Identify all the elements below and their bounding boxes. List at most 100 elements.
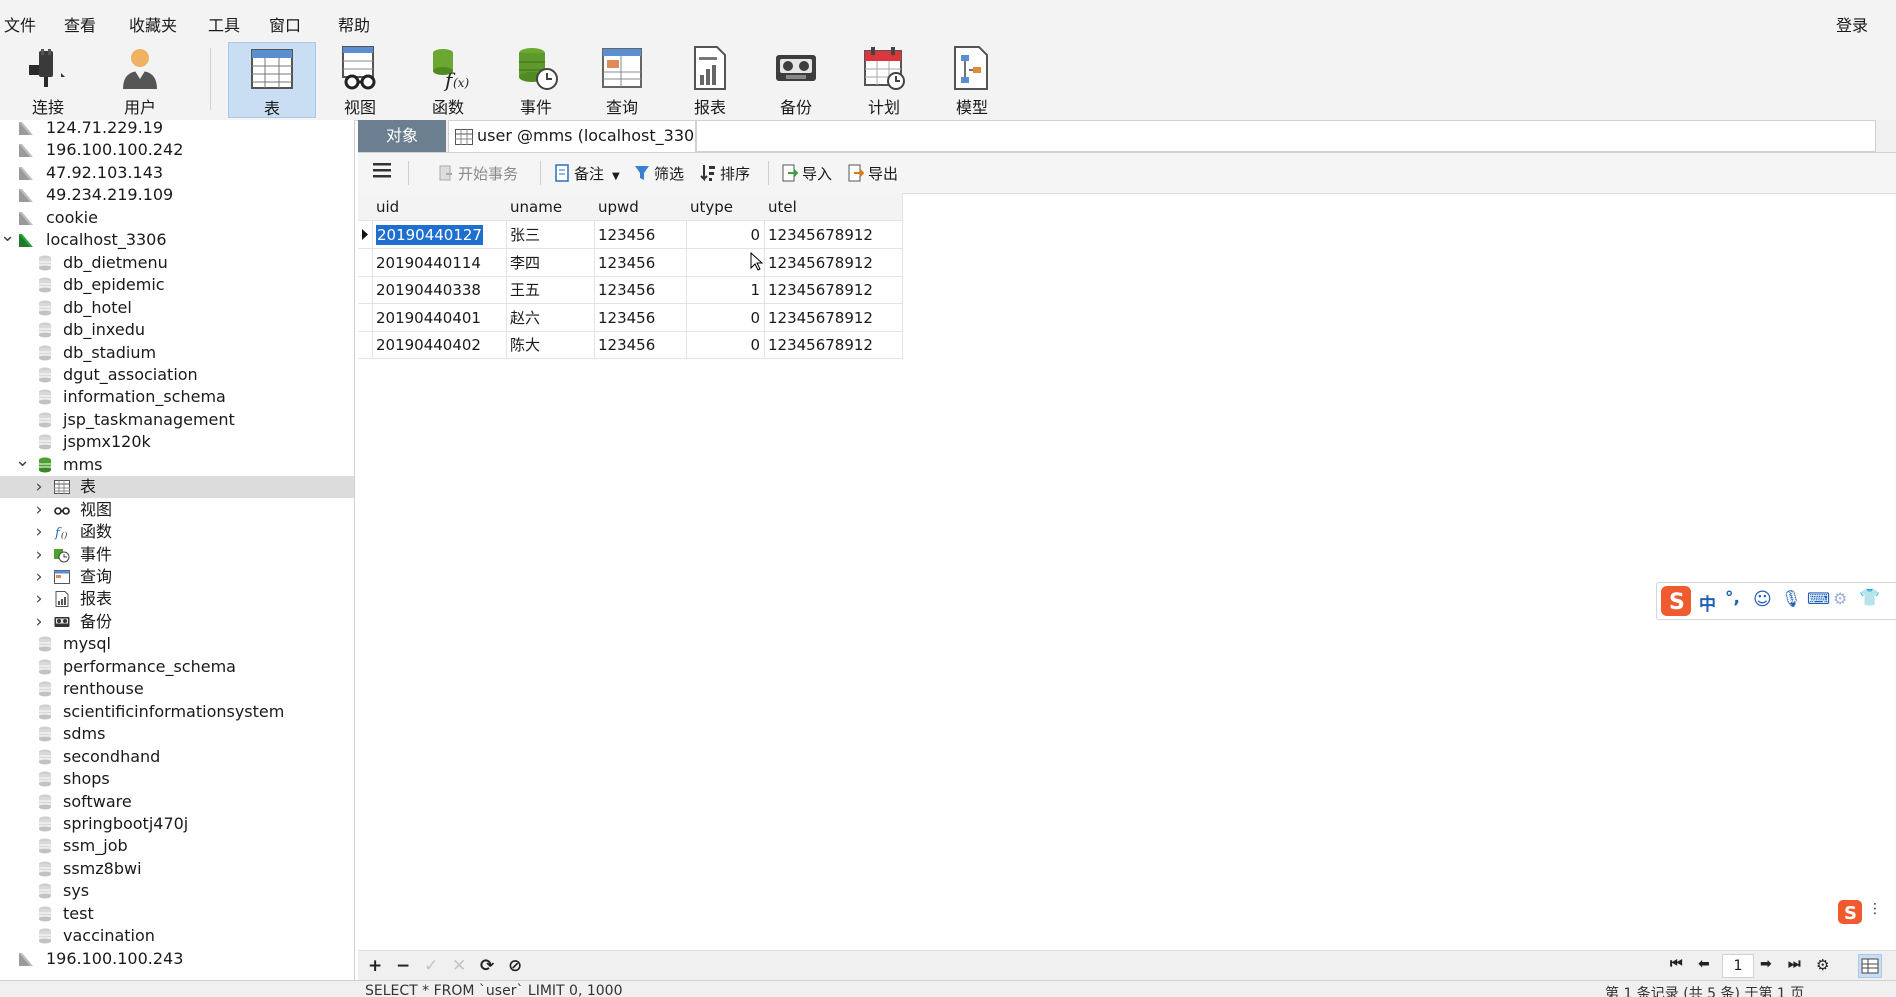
chevron-right-icon[interactable]: › [32, 588, 46, 610]
tab-user-table[interactable]: user @mms (localhost_3306... [448, 120, 696, 152]
cell-uname[interactable]: 陈大 [506, 331, 595, 360]
emoji-icon[interactable]: ☺ [1753, 589, 1772, 610]
toolbox-icon[interactable]: ⚙ [1833, 589, 1847, 608]
ime-toolbar[interactable]: S 中 °, ☺ 🎙 ⌨ ⚙ 👕 [1656, 582, 1896, 620]
tree-connection-2[interactable]: 47.92.103.143 [0, 162, 354, 184]
schedule-button[interactable]: 计划 [846, 42, 922, 118]
user-button[interactable]: 用户 [102, 42, 178, 118]
tree-mms-function[interactable]: › f() 函数 [0, 521, 354, 543]
tree-database-item[interactable]: test [0, 903, 354, 925]
chevron-right-icon[interactable]: › [32, 476, 46, 498]
tree-database-item[interactable]: sdms [0, 723, 354, 745]
tree-connection-3[interactable]: 49.234.219.109 [0, 184, 354, 206]
row-marker[interactable] [358, 276, 373, 305]
cell-utel[interactable]: 12345678912 [764, 331, 903, 360]
cell-uname[interactable]: 赵六 [506, 303, 595, 332]
tree-database-item[interactable]: shops [0, 768, 354, 790]
tree-database-mms[interactable]: ⌄ mms [0, 450, 354, 476]
chevron-down-icon[interactable]: ▼ [612, 171, 620, 182]
cell-utype[interactable]: 0 [686, 221, 765, 249]
cell-uid[interactable]: 20190440401 [372, 303, 507, 332]
connect-button[interactable]: 连接 [10, 42, 86, 118]
begin-transaction-button[interactable]: 开始事务 [438, 163, 518, 184]
export-button[interactable]: 导出 [848, 163, 898, 184]
tree-database-item[interactable]: db_hotel [0, 297, 354, 319]
tree-database-item[interactable]: springbootj470j [0, 813, 354, 835]
view-button[interactable]: 视图 [322, 42, 398, 118]
menu-window[interactable]: 窗口 [269, 12, 301, 36]
cell-utype[interactable]: 1 [686, 276, 765, 305]
filter-button[interactable]: 筛选 [634, 163, 684, 184]
tree-database-item[interactable]: db_inxedu [0, 319, 354, 341]
next-page-button[interactable]: ➡ [1760, 956, 1772, 972]
function-button[interactable]: f (x) 函数 [410, 42, 486, 118]
menu-file[interactable]: 文件 [4, 12, 36, 36]
tree-mms-backup[interactable]: › 备份 [0, 611, 354, 633]
menu-help[interactable]: 帮助 [338, 12, 370, 36]
tree-database-item[interactable]: db_stadium [0, 342, 354, 364]
tree-database-item[interactable]: jsp_taskmanagement [0, 409, 354, 431]
ime-mini-toolbar[interactable]: S ⋮ [1836, 896, 1882, 928]
column-header-uname[interactable]: uname [506, 193, 595, 221]
query-button[interactable]: 查询 [584, 42, 660, 118]
row-marker[interactable] [358, 193, 373, 221]
tree-database-item[interactable]: information_schema [0, 386, 354, 408]
tab-objects[interactable]: 对象 [358, 120, 446, 152]
cell-upwd[interactable]: 123456 [594, 221, 687, 249]
cell-uname[interactable]: 张三 [506, 221, 595, 249]
tree-connection-bottom[interactable]: 196.100.100.243 [0, 948, 354, 970]
gear-icon[interactable]: ⚙ [1816, 956, 1829, 974]
tree-database-item[interactable]: software [0, 791, 354, 813]
menu-tools[interactable]: 工具 [208, 12, 240, 36]
row-marker[interactable] [358, 221, 373, 249]
cell-uname[interactable]: 李四 [506, 248, 595, 277]
column-header-uid[interactable]: uid [372, 193, 507, 221]
cell-upwd[interactable]: 123456 [594, 276, 687, 305]
row-marker[interactable] [358, 248, 373, 277]
first-page-button[interactable]: ⏮ [1670, 956, 1683, 972]
cell-upwd[interactable]: 123456 [594, 331, 687, 360]
last-page-button[interactable]: ⏭ [1788, 956, 1801, 972]
tree-connection-localhost[interactable]: ⌄ localhost_3306 [0, 225, 354, 251]
more-options-icon[interactable]: ⋮ [1868, 901, 1882, 917]
tree-database-item[interactable]: renthouse [0, 678, 354, 700]
chevron-right-icon[interactable]: › [32, 521, 46, 543]
tree-database-item[interactable]: mysql [0, 633, 354, 655]
tree-database-item[interactable]: performance_schema [0, 656, 354, 678]
ime-mode-label[interactable]: 中 [1699, 590, 1716, 615]
tree-database-item[interactable]: db_dietmenu [0, 252, 354, 274]
tree-mms-query[interactable]: › 查询 [0, 566, 354, 588]
login-link[interactable]: 登录 [1836, 12, 1868, 36]
menu-view[interactable]: 查看 [64, 12, 96, 36]
note-button[interactable]: 备注 ▼ [554, 163, 620, 184]
grid-view-button[interactable] [1858, 954, 1882, 978]
chevron-down-icon[interactable]: ⌄ [15, 450, 30, 472]
discard-changes-button[interactable]: ✕ [452, 956, 466, 976]
tree-connection-0[interactable]: 124.71.229.19 [0, 120, 354, 139]
keyboard-icon[interactable]: ⌨ [1807, 589, 1830, 608]
backup-button[interactable]: 备份 [758, 42, 834, 118]
tree-connection-1[interactable]: 196.100.100.242 [0, 139, 354, 161]
refresh-button[interactable]: ⟳ [480, 956, 494, 976]
cell-utype[interactable]: 0 [686, 331, 765, 360]
column-header-upwd[interactable]: upwd [594, 193, 687, 221]
column-header-utype[interactable]: utype [686, 193, 765, 221]
tree-mms-view[interactable]: › 视图 [0, 499, 354, 521]
delete-record-button[interactable]: − [396, 956, 410, 976]
chevron-right-icon[interactable]: › [32, 544, 46, 566]
menu-favorites[interactable]: 收藏夹 [129, 12, 177, 36]
model-button[interactable]: 模型 [934, 42, 1010, 118]
tree-database-item[interactable]: ssm_job [0, 835, 354, 857]
tree-mms-event[interactable]: › 事件 [0, 544, 354, 566]
tree-database-item[interactable]: jspmx120k [0, 431, 354, 453]
event-button[interactable]: 事件 [498, 42, 574, 118]
tree-database-item[interactable]: dgut_association [0, 364, 354, 386]
report-button[interactable]: 报表 [672, 42, 748, 118]
tree-connection-4[interactable]: cookie [0, 207, 354, 229]
apply-changes-button[interactable]: ✓ [424, 956, 438, 976]
row-marker[interactable] [358, 303, 373, 332]
chevron-right-icon[interactable]: › [32, 499, 46, 521]
tree-mms-report[interactable]: › 报表 [0, 588, 354, 610]
microphone-icon[interactable]: 🎙 [1781, 589, 1801, 608]
cell-uid[interactable]: 20190440114 [372, 248, 507, 277]
